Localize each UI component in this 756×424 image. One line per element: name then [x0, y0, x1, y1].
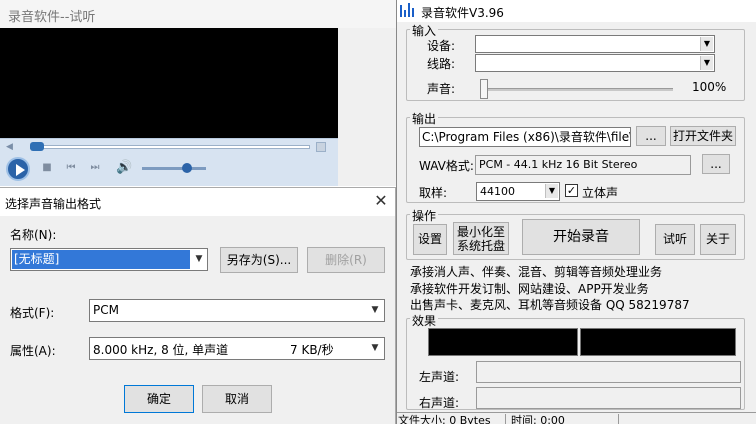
delete-button[interactable]: 删除(R): [307, 247, 385, 273]
operation-group-caption: 操作: [410, 207, 439, 224]
stereo-label[interactable]: 立体声: [582, 184, 618, 201]
settings-button[interactable]: 设置: [413, 224, 447, 255]
minimize-label-line2: 系统托盘: [456, 239, 505, 253]
next-icon[interactable]: ⏭: [88, 161, 102, 175]
right-level-meter: [580, 328, 736, 356]
sample-rate-label: 取样:: [419, 186, 448, 200]
format-label: 格式(F):: [10, 306, 55, 320]
dialog-titlebar: 选择声音输出格式 ✕: [0, 188, 395, 216]
player-side-panel: [338, 28, 396, 186]
close-icon[interactable]: ✕: [372, 192, 390, 210]
format-dialog: 选择声音输出格式 ✕ 名称(N): [无标题] ▼ 另存为(S)... 删除(R…: [0, 187, 396, 424]
seek-left-icon[interactable]: ◀: [6, 142, 16, 152]
player-window: 录音软件--试听 ◀ ■ ⏮ ⏭ 🔊: [0, 0, 396, 186]
name-combo[interactable]: [无标题] ▼: [10, 248, 208, 271]
right-channel-field: [476, 387, 741, 409]
equalizer-icon: [400, 3, 414, 19]
ad-line: 承接软件开发订制、网站建设、APP开发业务: [410, 282, 649, 296]
input-volume-label: 声音:: [427, 82, 456, 96]
chevron-down-icon[interactable]: ▼: [700, 56, 713, 70]
volume-icon[interactable]: 🔊: [116, 160, 134, 176]
play-button[interactable]: [6, 157, 30, 181]
player-controls: ◀ ■ ⏮ ⏭ 🔊: [0, 138, 338, 186]
player-title: 录音软件--试听: [8, 10, 96, 25]
listen-button[interactable]: 试听: [655, 224, 695, 255]
recorder-title: 录音软件V3.96: [421, 6, 504, 20]
attributes-value[interactable]: 8.000 kHz, 8 位, 单声道: [93, 341, 228, 358]
wav-format-field: PCM - 44.1 kHz 16 Bit Stereo: [475, 155, 691, 175]
right-channel-label: 右声道:: [419, 396, 460, 410]
seek-end-icon[interactable]: [316, 142, 326, 152]
minimize-label-line1: 最小化至: [456, 225, 505, 239]
ok-button[interactable]: 确定: [124, 385, 194, 413]
volume-slider-thumb[interactable]: [182, 163, 192, 173]
line-label: 线路:: [427, 57, 456, 71]
chevron-down-icon[interactable]: ▼: [700, 37, 713, 51]
effects-group-caption: 效果: [410, 312, 439, 329]
chevron-down-icon[interactable]: ▼: [367, 339, 383, 358]
status-time: 时间: 0:00: [509, 414, 619, 424]
wav-format-label: WAV格式:: [419, 159, 474, 173]
minimize-to-tray-button[interactable]: 最小化至 系统托盘: [453, 222, 509, 255]
output-group-caption: 输出: [410, 110, 439, 127]
chevron-down-icon[interactable]: ▼: [191, 250, 207, 269]
seek-bar[interactable]: [30, 145, 310, 149]
device-combo[interactable]: ▼: [475, 35, 715, 53]
ad-line: 出售声卡、麦克风、耳机等音频设备 QQ 58219787: [410, 298, 690, 312]
input-volume-slider[interactable]: [483, 88, 673, 91]
player-titlebar: 录音软件--试听: [0, 0, 396, 28]
cancel-button[interactable]: 取消: [202, 385, 272, 413]
status-file-size: 文件大小: 0 Bytes: [398, 414, 506, 424]
stereo-checkbox[interactable]: ✓: [565, 184, 578, 197]
input-volume-value: 100%: [692, 80, 727, 94]
recorder-titlebar: 录音软件V3.96: [397, 0, 756, 22]
wav-format-button[interactable]: ...: [702, 154, 730, 174]
start-recording-button[interactable]: 开始录音: [522, 219, 640, 255]
attributes-label: 属性(A):: [10, 344, 56, 358]
open-folder-button[interactable]: 打开文件夹: [670, 126, 736, 146]
sample-rate-combo[interactable]: 44100 ▼: [476, 182, 560, 201]
status-bar: 文件大小: 0 Bytes 时间: 0:00: [397, 412, 756, 424]
about-button[interactable]: 关于: [700, 224, 736, 255]
left-level-meter: [428, 328, 578, 356]
name-label: 名称(N):: [10, 228, 57, 242]
stop-icon[interactable]: ■: [40, 161, 54, 175]
line-combo[interactable]: ▼: [475, 54, 715, 72]
name-combo-value[interactable]: [无标题]: [12, 250, 190, 269]
format-combo[interactable]: PCM ▼: [89, 299, 385, 322]
save-as-button[interactable]: 另存为(S)...: [220, 247, 298, 273]
chevron-down-icon[interactable]: ▼: [367, 301, 383, 320]
format-value[interactable]: PCM: [93, 303, 119, 317]
ad-line: 承接消人声、伴奏、混音、剪辑等音频处理业务: [410, 265, 663, 279]
dialog-title: 选择声音输出格式: [5, 197, 102, 211]
video-area: [0, 28, 338, 138]
volume-slider[interactable]: [142, 167, 206, 170]
left-channel-label: 左声道:: [419, 370, 460, 384]
attributes-rate[interactable]: 7 KB/秒: [290, 341, 334, 358]
previous-icon[interactable]: ⏮: [64, 161, 78, 175]
browse-button[interactable]: ...: [636, 126, 666, 146]
sample-rate-value[interactable]: 44100: [480, 185, 515, 198]
chevron-down-icon[interactable]: ▼: [545, 184, 558, 198]
recorder-window: 录音软件V3.96 输入 设备: ▼ 线路: ▼ 声音: 100% 输出 C:\…: [396, 0, 756, 424]
left-channel-field: [476, 361, 741, 383]
input-volume-thumb[interactable]: [480, 79, 488, 99]
seek-thumb[interactable]: [30, 142, 44, 151]
attributes-combo[interactable]: 8.000 kHz, 8 位, 单声道 7 KB/秒 ▼: [89, 337, 385, 360]
device-label: 设备:: [427, 39, 456, 53]
output-path-field[interactable]: C:\Program Files (x86)\录音软件\file\录音: [419, 127, 631, 147]
